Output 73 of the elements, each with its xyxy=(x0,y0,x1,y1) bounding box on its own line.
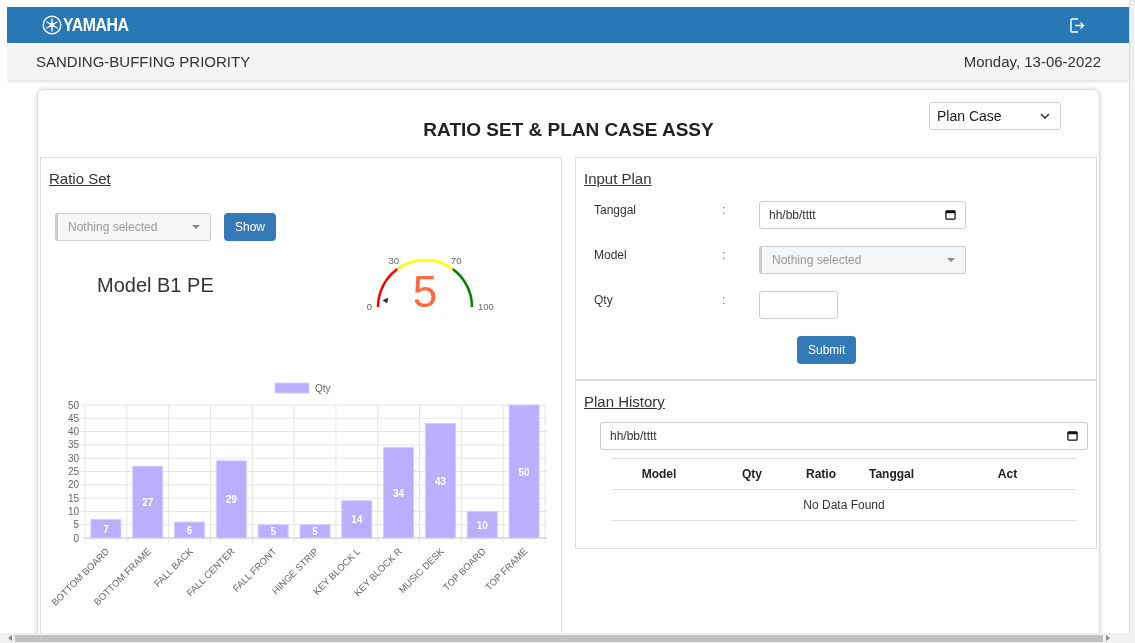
bar-value-label: 27 xyxy=(142,497,154,509)
bar xyxy=(341,500,373,539)
bar-value-label: 43 xyxy=(434,475,446,487)
y-axis-label: 15 xyxy=(67,492,79,504)
horizontal-scrollbar[interactable] xyxy=(0,633,1135,643)
field-label: Qty xyxy=(594,292,614,307)
y-axis-label: 25 xyxy=(67,466,79,477)
tuning-forks-logo-icon xyxy=(42,15,62,35)
field-label: Model xyxy=(594,247,628,262)
brand-name: YAMAHA xyxy=(63,14,129,36)
bar xyxy=(174,521,206,539)
empty-table-message: No Data Found xyxy=(803,498,885,512)
calendar-icon xyxy=(945,209,956,220)
label-separator: : xyxy=(722,247,727,262)
chart-legend: Qty xyxy=(274,382,331,394)
gauge-tick-label: 100 xyxy=(478,301,494,312)
caret-icon xyxy=(192,225,200,229)
bar-value-label: 29 xyxy=(225,494,237,506)
bar-value-label: 34 xyxy=(393,487,405,499)
y-axis-label: 0 xyxy=(73,532,79,544)
gauge-value: 5 xyxy=(412,267,438,316)
model-dropdown[interactable]: Nothing selected xyxy=(55,213,211,241)
gauge-tick-label: 0 xyxy=(366,301,372,312)
bar xyxy=(90,518,122,539)
column-header: Model xyxy=(641,467,677,481)
bar-value-label: 5 xyxy=(270,526,276,538)
column-header: Act xyxy=(997,467,1018,481)
legend-label: Qty xyxy=(315,383,331,394)
gauge-tick-label: 30 xyxy=(388,255,400,267)
date-filter-field[interactable]: hh/bb/tttt xyxy=(600,422,1088,450)
show-button[interactable]: Show xyxy=(224,213,277,241)
chevron-icon xyxy=(1040,113,1050,119)
bar-value-label: 50 xyxy=(518,466,530,478)
label-separator: : xyxy=(722,202,727,217)
bar-value-label: 10 xyxy=(476,519,488,531)
qty-input-field[interactable] xyxy=(759,291,838,319)
y-axis-label: 45 xyxy=(67,412,79,424)
y-axis-label: 10 xyxy=(67,505,79,517)
section-heading: Plan History xyxy=(584,393,665,410)
label-separator: : xyxy=(722,292,727,307)
date-field[interactable]: hh/bb/tttt xyxy=(759,201,966,229)
model-name: Model B1 PE xyxy=(97,274,215,297)
y-axis-label: 40 xyxy=(67,426,79,438)
gauge-tick-label: 70 xyxy=(450,255,462,267)
calendar-icon xyxy=(1067,430,1078,441)
page-section-title: SANDING-BUFFING PRIORITY xyxy=(36,53,251,70)
bar-value-label: 5 xyxy=(312,526,318,538)
logout-icon[interactable] xyxy=(1069,16,1085,34)
y-axis-label: 20 xyxy=(67,479,79,491)
gauge-pointer xyxy=(382,297,389,304)
bar-value-label: 14 xyxy=(351,514,363,526)
y-axis-label: 30 xyxy=(67,452,79,464)
column-header: Tanggal xyxy=(868,467,915,481)
bar-value-label: 6 xyxy=(186,525,193,536)
submit-button[interactable]: Submit xyxy=(797,336,857,364)
bar-value-label: 7 xyxy=(103,523,109,535)
column-header: Qty xyxy=(742,467,762,481)
column-header: Ratio xyxy=(806,467,836,481)
page-title: RATIO SET & PLAN CASE ASSY xyxy=(423,119,714,142)
bar xyxy=(257,524,289,539)
vertical-scrollbar[interactable] xyxy=(1129,0,1135,633)
y-axis-label: 50 xyxy=(67,399,79,411)
caret-icon xyxy=(947,258,955,262)
mode-dropdown[interactable]: Plan Case xyxy=(929,102,1061,130)
y-axis-label: 5 xyxy=(73,519,79,531)
section-heading: Input Plan xyxy=(584,170,652,187)
bar xyxy=(299,524,331,539)
section-heading: Ratio Set xyxy=(49,170,111,187)
field-label: Tanggal xyxy=(594,202,638,217)
model-dropdown[interactable]: Nothing selected xyxy=(759,246,966,274)
y-axis-label: 35 xyxy=(67,439,79,451)
bar xyxy=(466,510,498,539)
current-date: Monday, 13-06-2022 xyxy=(963,53,1101,70)
